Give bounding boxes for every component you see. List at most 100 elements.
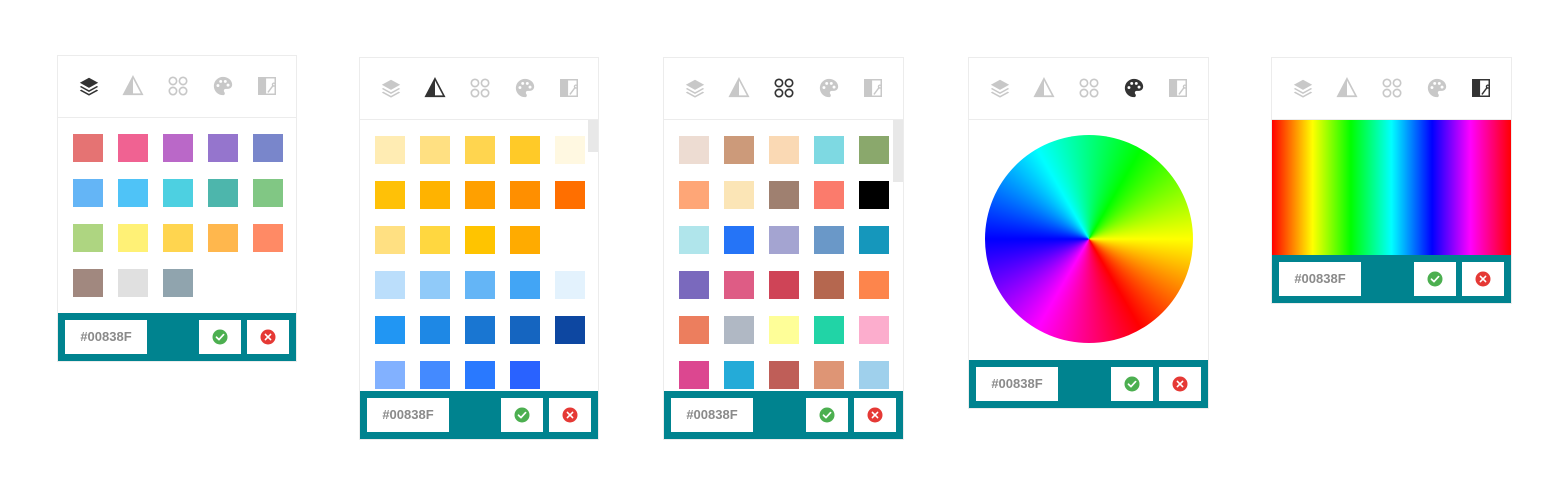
color-swatch[interactable]	[375, 271, 405, 299]
color-swatch[interactable]	[814, 226, 844, 254]
color-swatch[interactable]	[465, 361, 495, 389]
tab-palette[interactable]	[212, 75, 234, 97]
hex-value-field[interactable]: #00838F	[671, 398, 753, 432]
color-swatch[interactable]	[465, 316, 495, 344]
color-swatch[interactable]	[375, 226, 405, 254]
tab-layers[interactable]	[380, 77, 402, 99]
color-swatch[interactable]	[73, 269, 103, 297]
color-swatch[interactable]	[163, 224, 193, 252]
tab-swatches[interactable]	[469, 77, 491, 99]
color-swatch[interactable]	[724, 316, 754, 344]
color-swatch[interactable]	[73, 134, 103, 162]
color-swatch[interactable]	[724, 361, 754, 389]
scrollbar-thumb[interactable]	[893, 120, 903, 182]
cancel-button[interactable]	[854, 398, 896, 432]
color-swatch[interactable]	[163, 134, 193, 162]
color-swatch[interactable]	[724, 271, 754, 299]
color-swatch[interactable]	[208, 224, 238, 252]
color-swatch[interactable]	[208, 134, 238, 162]
color-swatch[interactable]	[859, 271, 889, 299]
color-swatch[interactable]	[510, 361, 540, 389]
color-swatch[interactable]	[510, 181, 540, 209]
color-swatch[interactable]	[724, 181, 754, 209]
tab-spectrum[interactable]	[1167, 77, 1189, 99]
tab-shades[interactable]	[424, 77, 446, 99]
color-swatch[interactable]	[859, 181, 889, 209]
confirm-button[interactable]	[501, 398, 543, 432]
tab-spectrum[interactable]	[256, 75, 278, 97]
tab-layers[interactable]	[684, 77, 706, 99]
color-swatch[interactable]	[118, 179, 148, 207]
color-swatch[interactable]	[510, 226, 540, 254]
tab-layers[interactable]	[1292, 77, 1314, 99]
hex-value-field[interactable]: #00838F	[65, 320, 147, 354]
color-swatch[interactable]	[814, 181, 844, 209]
color-swatch[interactable]	[73, 224, 103, 252]
tab-shades[interactable]	[122, 75, 144, 97]
tab-swatches[interactable]	[1381, 77, 1403, 99]
tab-swatches[interactable]	[1078, 77, 1100, 99]
color-swatch[interactable]	[253, 224, 283, 252]
color-swatch[interactable]	[859, 136, 889, 164]
tab-palette[interactable]	[818, 77, 840, 99]
color-swatch[interactable]	[679, 136, 709, 164]
color-swatch[interactable]	[814, 271, 844, 299]
color-swatch[interactable]	[73, 179, 103, 207]
scrollbar-thumb[interactable]	[588, 120, 598, 152]
color-swatch[interactable]	[420, 136, 450, 164]
color-swatch[interactable]	[814, 316, 844, 344]
cancel-button[interactable]	[1159, 367, 1201, 401]
tab-spectrum[interactable]	[558, 77, 580, 99]
color-swatch[interactable]	[724, 226, 754, 254]
color-swatch[interactable]	[555, 181, 585, 209]
color-swatch[interactable]	[163, 179, 193, 207]
color-swatch[interactable]	[859, 226, 889, 254]
color-swatch[interactable]	[555, 316, 585, 344]
color-swatch[interactable]	[814, 136, 844, 164]
color-swatch[interactable]	[679, 316, 709, 344]
color-swatch[interactable]	[118, 269, 148, 297]
tab-layers[interactable]	[989, 77, 1011, 99]
color-swatch[interactable]	[769, 181, 799, 209]
color-swatch[interactable]	[769, 361, 799, 389]
tab-swatches[interactable]	[167, 75, 189, 97]
cancel-button[interactable]	[549, 398, 591, 432]
color-swatch[interactable]	[769, 136, 799, 164]
tab-spectrum[interactable]	[1470, 77, 1492, 99]
tab-palette[interactable]	[1123, 77, 1145, 99]
color-swatch[interactable]	[555, 271, 585, 299]
color-swatch[interactable]	[253, 134, 283, 162]
color-swatch[interactable]	[118, 224, 148, 252]
color-swatch[interactable]	[375, 316, 405, 344]
hex-value-field[interactable]: #00838F	[367, 398, 449, 432]
color-swatch[interactable]	[724, 136, 754, 164]
color-swatch[interactable]	[375, 181, 405, 209]
color-swatch[interactable]	[375, 361, 405, 389]
color-swatch[interactable]	[465, 226, 495, 254]
tab-palette[interactable]	[1426, 77, 1448, 99]
confirm-button[interactable]	[199, 320, 241, 354]
color-swatch[interactable]	[375, 136, 405, 164]
color-swatch[interactable]	[859, 361, 889, 389]
color-swatch[interactable]	[769, 226, 799, 254]
color-swatch[interactable]	[679, 271, 709, 299]
color-swatch[interactable]	[555, 136, 585, 164]
confirm-button[interactable]	[1111, 367, 1153, 401]
color-swatch[interactable]	[510, 271, 540, 299]
color-swatch[interactable]	[510, 316, 540, 344]
color-swatch[interactable]	[769, 316, 799, 344]
color-swatch[interactable]	[859, 316, 889, 344]
color-swatch[interactable]	[163, 269, 193, 297]
color-swatch[interactable]	[420, 316, 450, 344]
color-swatch[interactable]	[510, 136, 540, 164]
tab-shades[interactable]	[1033, 77, 1055, 99]
hex-value-field[interactable]: #00838F	[976, 367, 1058, 401]
color-swatch[interactable]	[814, 361, 844, 389]
tab-spectrum[interactable]	[862, 77, 884, 99]
tab-shades[interactable]	[728, 77, 750, 99]
color-swatch[interactable]	[420, 271, 450, 299]
color-swatch[interactable]	[208, 179, 238, 207]
color-swatch[interactable]	[118, 134, 148, 162]
tab-palette[interactable]	[514, 77, 536, 99]
color-swatch[interactable]	[253, 179, 283, 207]
